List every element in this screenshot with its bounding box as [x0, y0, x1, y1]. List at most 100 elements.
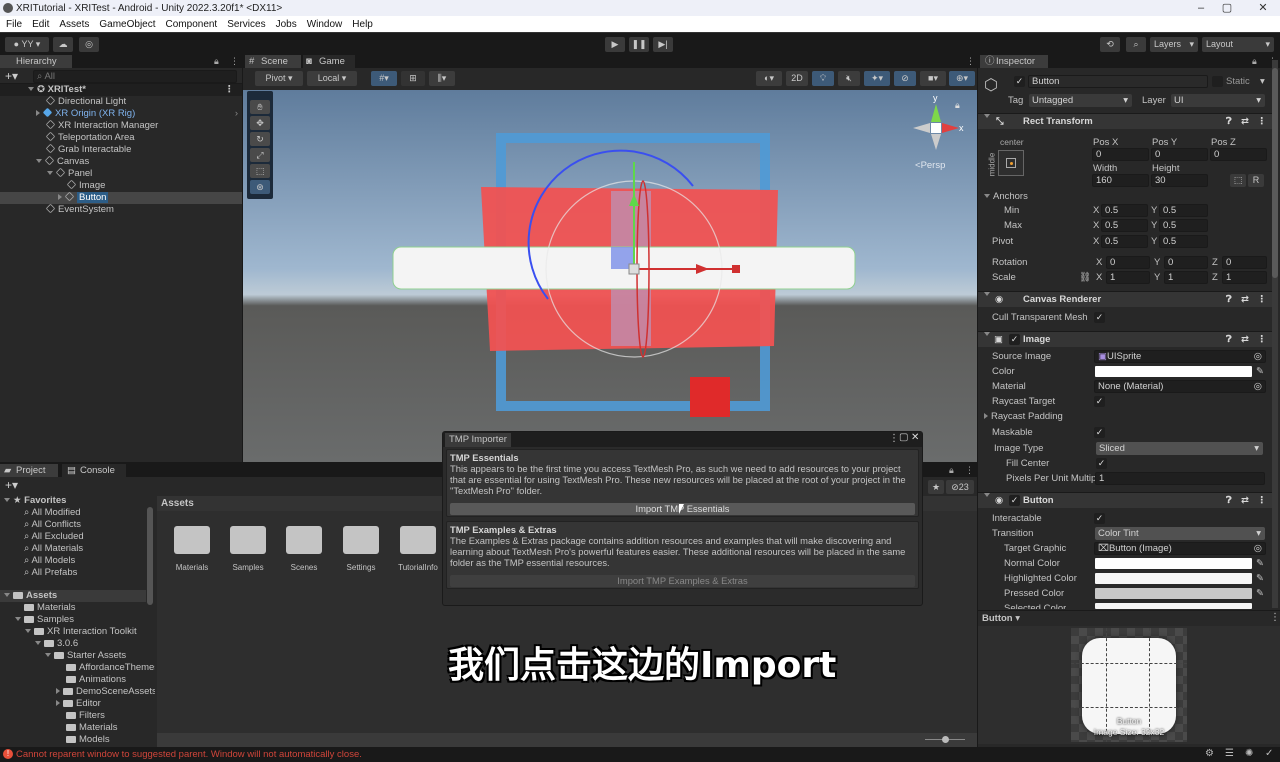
rect-transform-header[interactable]: ⤡ Rect Transform ❓︎ ⇄ ⋮ [978, 113, 1272, 129]
collab-button[interactable]: ◎ [79, 37, 99, 52]
more-icon[interactable]: ⋮ [889, 433, 899, 444]
red-cube[interactable] [690, 377, 730, 417]
scale-x-input[interactable]: 1 [1106, 271, 1150, 284]
normal-color-swatch[interactable] [1095, 558, 1252, 569]
pos-z-input[interactable]: 0 [1210, 148, 1267, 161]
anchor-max-x-input[interactable]: 0.5 [1101, 219, 1148, 232]
tree-item[interactable]: Starter Assets [0, 650, 155, 662]
favorite-item[interactable]: ⌕ All Prefabs [0, 567, 155, 579]
cull-transparent-mesh-checkbox[interactable]: ✓ [1094, 312, 1105, 323]
tree-item[interactable]: Editor [0, 698, 155, 710]
orientation-gizmo[interactable] [931, 123, 941, 133]
more-icon[interactable]: ⋮ [225, 84, 235, 96]
gameobject-icon[interactable]: ⬡ [984, 75, 998, 95]
more-icon[interactable]: ⋮ [1257, 114, 1267, 130]
highlighted-color-swatch[interactable] [1095, 573, 1252, 584]
layers-dropdown[interactable]: Layers ▾ [1150, 37, 1198, 52]
asset-folder[interactable]: Materials [167, 526, 217, 572]
tmp-importer-tab[interactable]: TMP Importer [445, 433, 511, 447]
anchor-min-y-input[interactable]: 0.5 [1159, 204, 1208, 217]
favorite-button[interactable]: ★ [928, 480, 944, 494]
button-enabled-checkbox[interactable]: ✓ [1009, 495, 1020, 506]
preset-icon[interactable]: ⇄ [1241, 493, 1249, 509]
hierarchy-item-selected[interactable]: Button [0, 191, 242, 204]
height-input[interactable]: 30 [1151, 174, 1208, 187]
canvas-renderer-header[interactable]: ◉ Canvas Renderer ❓︎ ⇄ ⋮ [978, 291, 1272, 307]
more-icon[interactable]: ⋮ [1257, 292, 1267, 308]
hierarchy-search-input[interactable]: ⌕ All [33, 70, 237, 83]
tree-item[interactable]: AffordanceThemes [0, 662, 155, 674]
menu-window[interactable]: Window [307, 19, 343, 30]
source-image-field[interactable]: ▣UISprite ◎ [1094, 350, 1266, 363]
asset-folder[interactable]: Samples [223, 526, 273, 572]
menu-assets[interactable]: Assets [59, 19, 89, 30]
hierarchy-item[interactable]: XR Interaction Manager [0, 119, 242, 132]
interactable-checkbox[interactable]: ✓ [1094, 513, 1105, 524]
anchor-presets-button[interactable] [998, 150, 1024, 176]
target-graphic-field[interactable]: ⌧Button (Image) ◎ [1094, 542, 1266, 555]
menu-help[interactable]: Help [352, 19, 373, 30]
eyedropper-icon[interactable]: ✎ [1256, 587, 1264, 600]
pixels-per-unit-input[interactable]: 1 [1095, 472, 1265, 485]
maximize-icon[interactable]: ▢ [899, 432, 908, 443]
anchor-max-y-input[interactable]: 0.5 [1159, 219, 1208, 232]
image-header[interactable]: ▣ ✓ Image ❓︎ ⇄ ⋮ [978, 331, 1272, 347]
lock-icon[interactable]: 🔒︎ [214, 56, 219, 67]
raw-edit-button[interactable]: R [1248, 174, 1264, 187]
more-icon[interactable]: ⋮ [1257, 332, 1267, 348]
maskable-checkbox[interactable]: ✓ [1094, 427, 1105, 438]
pivot-x-input[interactable]: 0.5 [1101, 235, 1148, 248]
transition-dropdown[interactable]: Color Tint ▾ [1095, 527, 1265, 540]
active-checkbox[interactable]: ✓ [1014, 76, 1025, 87]
asset-folder[interactable]: Scenes [279, 526, 329, 572]
asset-folder[interactable]: Settings [336, 526, 386, 572]
account-dropdown[interactable]: ● YY ▾ [5, 37, 49, 52]
inspector-scrollbar[interactable] [1272, 60, 1278, 608]
zoom-slider-thumb[interactable] [942, 736, 949, 743]
favorite-item[interactable]: ⌕ All Models [0, 555, 155, 567]
rotation-y-input[interactable]: 0 [1164, 256, 1208, 269]
gizmo-y-cone[interactable] [931, 104, 941, 122]
play-button[interactable]: ▶ [605, 37, 625, 52]
object-picker-icon[interactable]: ◎ [1254, 351, 1262, 362]
x-scale-handle[interactable] [732, 265, 740, 273]
chevron-right-icon[interactable]: › [235, 108, 238, 120]
object-picker-icon[interactable]: ◎ [1254, 543, 1262, 554]
raycast-target-checkbox[interactable]: ✓ [1094, 396, 1105, 407]
hierarchy-item[interactable]: XR Origin (XR Rig) › [0, 107, 242, 120]
button-header[interactable]: ◉ ✓ Button ❓︎ ⇄ ⋮ [978, 492, 1272, 508]
lock-icon[interactable]: 🔒︎ [1252, 56, 1257, 67]
tab-console[interactable]: ▤ Console [62, 464, 126, 477]
history-button[interactable]: ⟲ [1100, 37, 1120, 52]
more-icon[interactable]: ⋮ [230, 56, 239, 67]
static-checkbox[interactable] [1212, 76, 1223, 87]
help-icon[interactable]: ❓︎ [1226, 114, 1232, 130]
pause-button[interactable]: ❚❚ [629, 37, 649, 52]
tree-item[interactable]: Materials [0, 602, 155, 614]
preset-icon[interactable]: ⇄ [1241, 292, 1249, 308]
menu-services[interactable]: Services [227, 19, 265, 30]
progress-check-icon[interactable]: ✓ [1265, 748, 1273, 759]
scale-z-input[interactable]: 1 [1222, 271, 1267, 284]
debug-icon[interactable]: ⚙ [1205, 748, 1214, 759]
image-enabled-checkbox[interactable]: ✓ [1009, 334, 1020, 345]
favorite-item[interactable]: ⌕ All Excluded [0, 531, 155, 543]
tag-dropdown[interactable]: Untagged ▾ [1029, 94, 1132, 107]
preset-icon[interactable]: ⇄ [1241, 114, 1249, 130]
close-button[interactable]: ✕ [1248, 0, 1278, 16]
tree-scrollbar[interactable] [147, 507, 153, 605]
hierarchy-item[interactable]: Directional Light [0, 95, 242, 108]
help-icon[interactable]: ❓︎ [1226, 493, 1232, 509]
object-picker-icon[interactable]: ◎ [1254, 381, 1262, 392]
hierarchy-item[interactable]: Panel [0, 167, 242, 180]
hierarchy-item[interactable]: Teleportation Area [0, 131, 242, 144]
preview-dropdown[interactable]: Button ▾ [982, 612, 1020, 626]
help-icon[interactable]: ❓︎ [1226, 292, 1232, 308]
gizmo-x-cone[interactable] [942, 123, 959, 133]
menu-edit[interactable]: Edit [32, 19, 49, 30]
more-icon[interactable]: ⋮ [1270, 612, 1280, 623]
favorite-item[interactable]: ⌕ All Modified [0, 507, 155, 519]
menu-gameobject[interactable]: GameObject [99, 19, 155, 30]
create-button[interactable]: +▾ [5, 478, 18, 492]
material-field[interactable]: None (Material) ◎ [1094, 380, 1266, 393]
